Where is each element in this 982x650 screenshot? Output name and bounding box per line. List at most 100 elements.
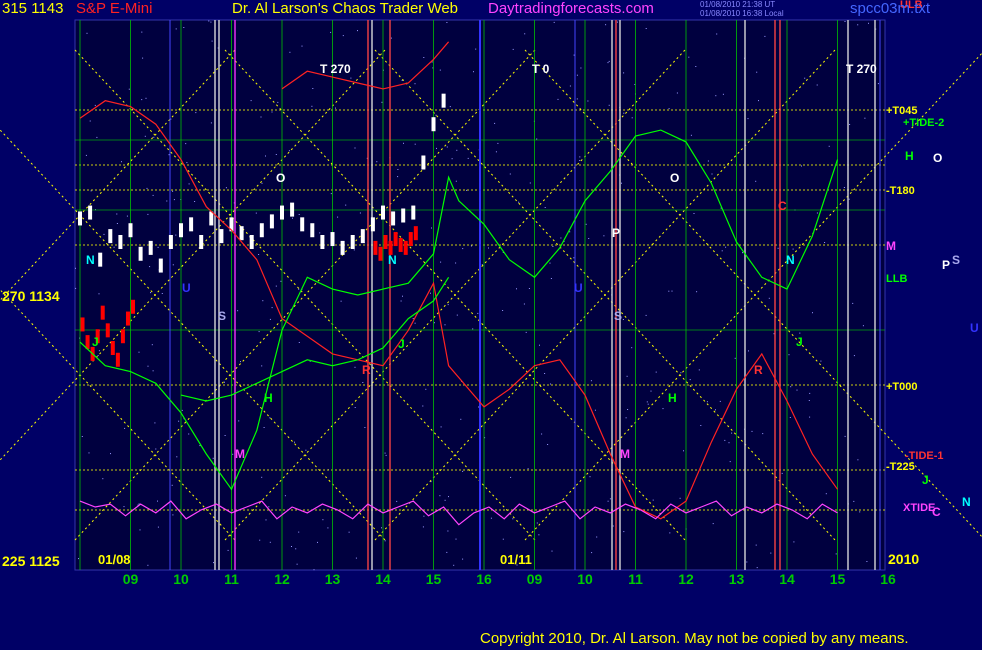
star: [809, 416, 811, 418]
star: [512, 518, 514, 520]
star: [746, 561, 748, 563]
star: [414, 83, 416, 85]
price-bar: [108, 229, 113, 244]
star: [801, 165, 802, 167]
price-bar: [290, 202, 295, 217]
star: [695, 66, 697, 67]
x-tick-label: 11: [628, 571, 643, 587]
star: [97, 355, 99, 356]
star: [557, 98, 559, 100]
star: [751, 430, 753, 432]
star: [668, 290, 670, 292]
star: [608, 60, 610, 62]
star: [342, 35, 344, 37]
star: [298, 288, 300, 290]
star: [449, 106, 451, 108]
star: [186, 162, 188, 164]
cycle-letter: N: [962, 495, 971, 509]
star: [401, 80, 403, 81]
star: [877, 83, 879, 85]
star: [573, 54, 575, 56]
star: [139, 529, 141, 531]
price-bar: [78, 211, 82, 226]
star: [440, 261, 442, 263]
chart-annotation: N: [86, 253, 95, 267]
star: [128, 88, 130, 90]
star: [422, 526, 424, 528]
star: [152, 194, 154, 196]
star: [669, 532, 671, 534]
star: [208, 20, 210, 22]
star: [402, 295, 403, 297]
price-bar: [158, 258, 163, 273]
star: [494, 122, 496, 124]
star: [227, 549, 229, 551]
chart-annotation: S: [218, 309, 226, 323]
price-bar: [219, 229, 224, 244]
chart-annotation: P: [612, 226, 620, 240]
star: [188, 183, 190, 185]
star: [271, 111, 273, 113]
star: [153, 136, 155, 138]
star: [268, 506, 270, 508]
star: [623, 531, 625, 533]
star: [168, 154, 170, 156]
price-bar: [300, 217, 305, 232]
star: [460, 418, 462, 420]
star: [291, 546, 292, 547]
star: [497, 142, 499, 144]
star: [298, 214, 300, 215]
star: [142, 57, 144, 59]
star: [866, 561, 868, 562]
star: [448, 496, 449, 498]
price-bar: [249, 235, 254, 249]
x-tick-label: 15: [426, 571, 442, 587]
star: [269, 417, 271, 419]
star: [849, 124, 851, 125]
star: [539, 344, 540, 346]
price-bar: [441, 93, 446, 108]
star: [446, 551, 448, 553]
star: [116, 223, 118, 224]
x-tick-label: 14: [375, 571, 391, 587]
star: [731, 432, 733, 434]
star: [224, 435, 226, 436]
price-bar: [138, 246, 143, 261]
price-bar: [320, 235, 325, 249]
star: [857, 24, 859, 26]
star: [123, 506, 125, 508]
x-tick-label: 09: [123, 571, 139, 587]
price-bar: [381, 205, 385, 220]
star: [422, 405, 424, 407]
price-bar: [179, 223, 183, 238]
chart-annotation: H: [264, 391, 273, 405]
star: [536, 522, 538, 524]
star: [799, 332, 801, 334]
star: [262, 300, 264, 302]
header-site[interactable]: Daytradingforecasts.com: [488, 0, 654, 17]
star: [444, 499, 446, 501]
star: [298, 531, 300, 533]
star: [350, 77, 352, 79]
cycle-letter: S: [952, 253, 960, 267]
star: [423, 57, 425, 58]
star: [359, 212, 361, 214]
chart-annotation: O: [276, 171, 285, 185]
star: [446, 146, 448, 148]
star: [549, 262, 551, 264]
star: [144, 135, 146, 137]
star: [676, 92, 678, 94]
star: [748, 350, 749, 352]
star: [652, 499, 654, 501]
star: [414, 143, 416, 145]
star: [820, 360, 822, 362]
star: [590, 380, 592, 382]
x-tick-label: 12: [678, 571, 694, 587]
x-tick-label: 13: [325, 571, 341, 587]
star: [96, 136, 98, 138]
star: [313, 569, 315, 571]
star: [623, 112, 625, 114]
star: [679, 497, 681, 499]
star: [462, 470, 464, 472]
flux-label: XTIDE: [903, 502, 935, 514]
